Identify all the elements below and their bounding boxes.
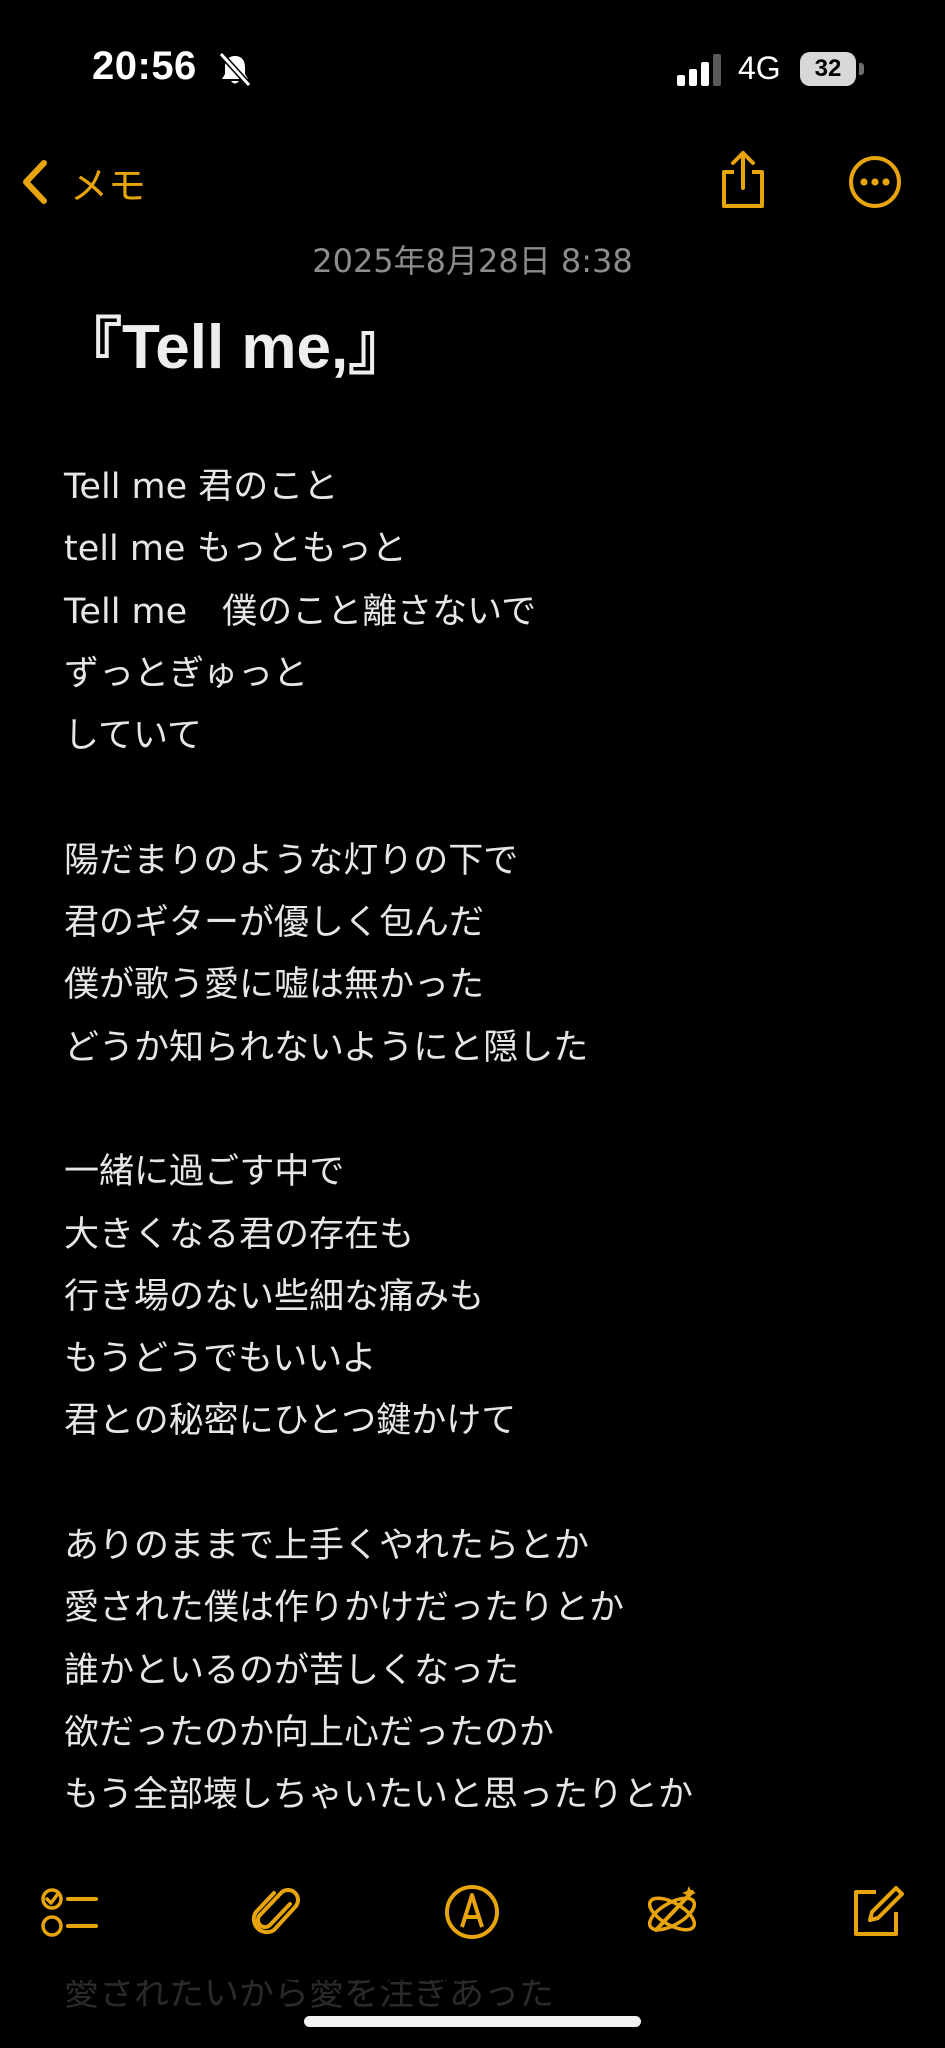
lyric-line: 君のギターが優しく包んだ: [64, 903, 485, 944]
lyric-line: 僕が歌う愛に嘘は無かった: [64, 965, 485, 1006]
compose-icon[interactable]: [846, 1882, 906, 1942]
lyric-line: もう全部壊しちゃいたいと思ったりとか: [64, 1775, 693, 1816]
network-type: 4G: [738, 50, 781, 86]
note-date: 2025年8月28日 8:38: [312, 242, 633, 280]
lyric-line: 欲だったのか向上心だったのか: [64, 1712, 555, 1753]
bottom-toolbar: [0, 1850, 945, 1980]
markup-icon[interactable]: [442, 1882, 502, 1942]
home-indicator[interactable]: [304, 2016, 641, 2027]
lyric-line: もうどうでもいいよ: [64, 1339, 377, 1380]
battery-icon: 32: [800, 52, 864, 86]
status-bar: 20:56 4G 32: [0, 0, 945, 140]
back-label: メモ: [70, 163, 147, 208]
lyric-line: 誰かといるのが苦しくなった: [64, 1650, 520, 1691]
lyric-line: 愛された僕は作りかけだったりとか: [64, 1588, 625, 1629]
lyric-line: ありのままで上手くやれたらとか: [64, 1526, 590, 1567]
lyric-line: 行き場のない些細な痛みも: [64, 1276, 485, 1317]
lyric-line: Tell me 僕のこと離さないで: [64, 591, 537, 632]
checklist-icon[interactable]: [40, 1882, 100, 1942]
chevron-left-icon: [23, 160, 47, 204]
bell-off-icon: [218, 52, 252, 88]
lyric-line: していて: [64, 716, 202, 757]
blank-line: [64, 1453, 924, 1515]
share-icon[interactable]: [716, 148, 770, 212]
lyric-line: どうか知られないようにと隠した: [64, 1027, 589, 1068]
writing-tools-icon[interactable]: [642, 1882, 702, 1942]
cellular-signal-icon: [677, 54, 721, 86]
blank-line: [64, 767, 924, 829]
lyric-line: Tell me 君のこと: [64, 467, 339, 507]
toolbar-fade: [0, 1826, 945, 1850]
note-title[interactable]: 『Tell me,』: [60, 296, 410, 386]
back-button[interactable]: メモ: [18, 150, 146, 214]
lyric-line: ずっとぎゅっと: [64, 653, 308, 694]
lyric-line: 一緒に過ごす中で: [64, 1152, 345, 1193]
blank-line: [64, 1079, 924, 1141]
lyric-line: 君との秘密にひとつ鍵かけて: [64, 1401, 517, 1442]
attachment-icon[interactable]: [246, 1882, 306, 1942]
lyric-line: tell me もっともっと: [64, 529, 407, 570]
battery-tip: [859, 63, 864, 75]
lyric-line: 陽だまりのような灯りの下で: [64, 840, 519, 881]
lyric-line: 大きくなる君の存在も: [64, 1214, 415, 1255]
more-options-icon[interactable]: [848, 155, 902, 209]
battery-level: 32: [800, 52, 856, 86]
status-time: 20:56: [92, 44, 197, 88]
note-body[interactable]: Tell me 君のこと tell me もっともっと Tell me 僕のこと離さ…: [64, 456, 924, 1827]
